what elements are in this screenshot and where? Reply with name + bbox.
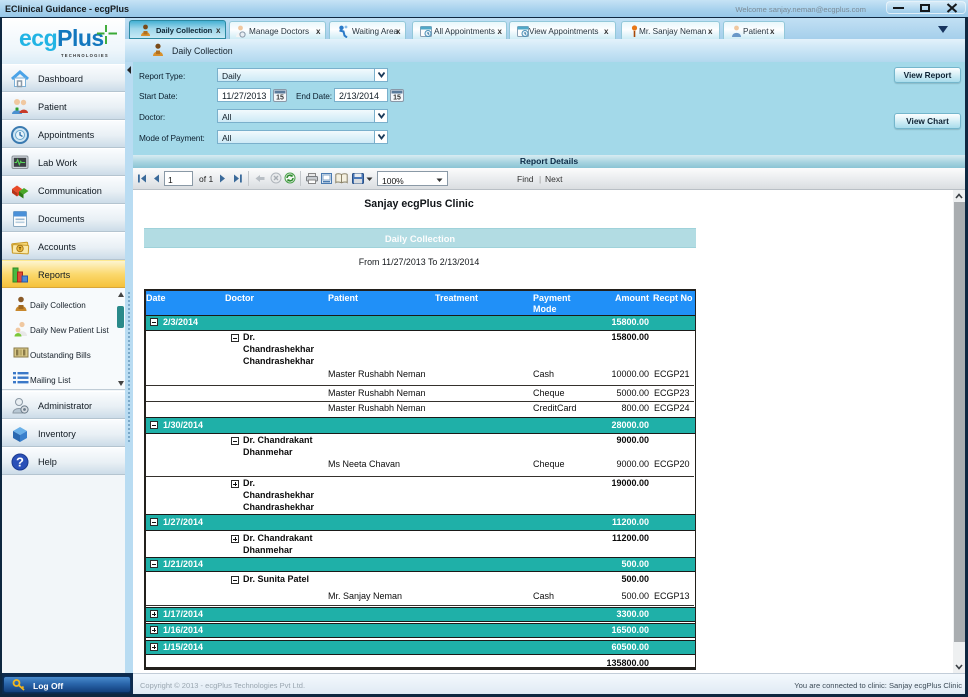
svg-text:15: 15 xyxy=(276,95,284,102)
svg-text:?: ? xyxy=(16,455,24,470)
svg-text:15: 15 xyxy=(393,95,401,102)
